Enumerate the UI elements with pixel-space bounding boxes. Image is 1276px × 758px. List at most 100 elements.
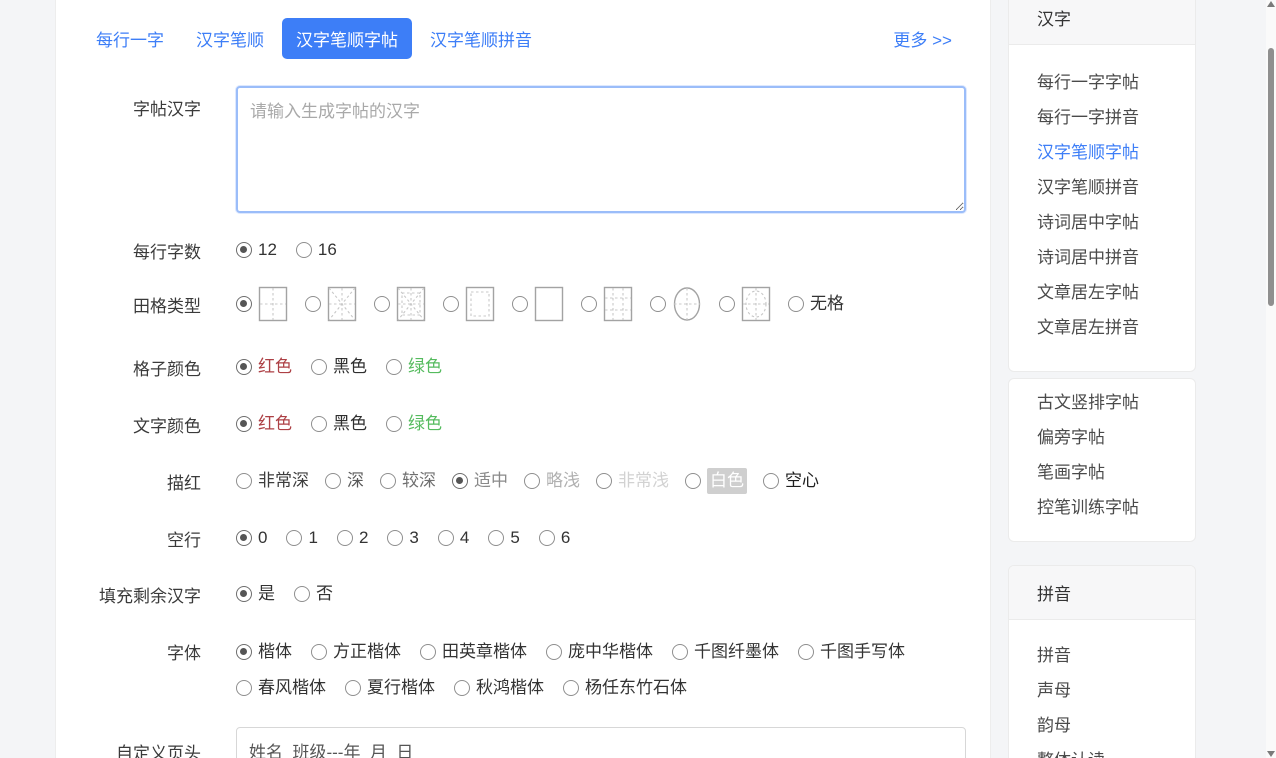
sidebar-item[interactable]: 每行一字拼音 xyxy=(1037,106,1167,130)
radio-icon[interactable] xyxy=(305,296,321,312)
radio-option[interactable] xyxy=(374,286,426,322)
tab-item[interactable]: 汉字笔顺字帖 xyxy=(282,18,412,59)
radio-option[interactable]: 春风楷体 xyxy=(236,675,326,701)
radio-option[interactable]: 适中 xyxy=(452,468,508,494)
sidebar-item[interactable]: 文章居左拼音 xyxy=(1037,316,1167,340)
radio-option[interactable]: 夏行楷体 xyxy=(345,675,435,701)
radio-icon[interactable] xyxy=(236,644,252,660)
radio-icon[interactable] xyxy=(512,296,528,312)
radio-icon[interactable] xyxy=(236,242,252,258)
radio-icon[interactable] xyxy=(672,644,688,660)
radio-icon[interactable] xyxy=(438,530,454,546)
radio-option[interactable]: 楷体 xyxy=(236,639,292,665)
scrollbar-thumb[interactable] xyxy=(1268,48,1274,306)
radio-icon[interactable] xyxy=(685,473,701,489)
sidebar-item[interactable]: 笔画字帖 xyxy=(1037,461,1167,485)
radio-icon[interactable] xyxy=(380,473,396,489)
radio-option[interactable]: 3 xyxy=(387,525,418,551)
radio-option[interactable]: 否 xyxy=(294,581,333,607)
sidebar-item[interactable]: 古文竖排字帖 xyxy=(1037,391,1167,415)
radio-icon[interactable] xyxy=(325,473,341,489)
radio-option[interactable]: 红色 xyxy=(236,411,292,437)
radio-icon[interactable] xyxy=(452,473,468,489)
radio-icon[interactable] xyxy=(650,296,666,312)
radio-option[interactable]: 0 xyxy=(236,525,267,551)
sidebar-item[interactable]: 控笔训练字帖 xyxy=(1037,496,1167,520)
sidebar-item[interactable]: 拼音 xyxy=(1037,644,1167,668)
page-scrollbar[interactable] xyxy=(1266,0,1276,758)
radio-option[interactable]: 黑色 xyxy=(311,411,367,437)
radio-option[interactable] xyxy=(443,286,495,322)
radio-icon[interactable] xyxy=(337,530,353,546)
radio-option[interactable]: 非常深 xyxy=(236,468,309,494)
radio-icon[interactable] xyxy=(798,644,814,660)
radio-option[interactable]: 杨任东竹石体 xyxy=(563,675,687,701)
radio-option[interactable] xyxy=(512,286,564,322)
more-link[interactable]: 更多 >> xyxy=(893,26,952,51)
radio-icon[interactable] xyxy=(763,473,779,489)
radio-option[interactable]: 1 xyxy=(286,525,317,551)
radio-option[interactable]: 是 xyxy=(236,581,275,607)
radio-option[interactable] xyxy=(719,286,771,322)
radio-icon[interactable] xyxy=(386,416,402,432)
sidebar-item[interactable]: 韵母 xyxy=(1037,714,1167,738)
radio-icon[interactable] xyxy=(236,416,252,432)
radio-option[interactable]: 红色 xyxy=(236,354,292,380)
radio-option[interactable]: 较深 xyxy=(380,468,436,494)
radio-option[interactable]: 16 xyxy=(296,237,337,263)
radio-icon[interactable] xyxy=(374,296,390,312)
radio-icon[interactable] xyxy=(236,586,252,602)
radio-option[interactable]: 无格 xyxy=(788,291,844,317)
radio-icon[interactable] xyxy=(236,359,252,375)
radio-option[interactable] xyxy=(581,286,633,322)
radio-icon[interactable] xyxy=(539,530,555,546)
radio-option[interactable] xyxy=(650,286,702,322)
sidebar-item[interactable]: 偏旁字帖 xyxy=(1037,426,1167,450)
radio-option[interactable]: 庞中华楷体 xyxy=(546,639,653,665)
hanzi-textarea[interactable] xyxy=(236,86,966,213)
radio-option[interactable]: 田英章楷体 xyxy=(420,639,527,665)
radio-icon[interactable] xyxy=(420,644,436,660)
tab-item[interactable]: 每行一字 xyxy=(96,26,164,51)
radio-icon[interactable] xyxy=(524,473,540,489)
radio-icon[interactable] xyxy=(386,359,402,375)
scrollbar-down-arrow[interactable] xyxy=(1267,751,1275,757)
radio-icon[interactable] xyxy=(294,586,310,602)
radio-icon[interactable] xyxy=(443,296,459,312)
radio-icon[interactable] xyxy=(788,296,804,312)
radio-icon[interactable] xyxy=(311,416,327,432)
radio-icon[interactable] xyxy=(454,680,470,696)
radio-option[interactable]: 5 xyxy=(488,525,519,551)
sidebar-item[interactable]: 诗词居中拼音 xyxy=(1037,246,1167,270)
radio-option[interactable] xyxy=(305,286,357,322)
radio-option[interactable]: 空心 xyxy=(763,468,819,494)
radio-option[interactable]: 绿色 xyxy=(386,354,442,380)
sidebar-item[interactable]: 诗词居中字帖 xyxy=(1037,211,1167,235)
radio-option[interactable]: 4 xyxy=(438,525,469,551)
radio-option[interactable]: 方正楷体 xyxy=(311,639,401,665)
radio-option[interactable]: 绿色 xyxy=(386,411,442,437)
radio-option[interactable]: 千图纤墨体 xyxy=(672,639,779,665)
radio-option[interactable]: 白色 xyxy=(685,468,747,494)
sidebar-item[interactable]: 声母 xyxy=(1037,679,1167,703)
scrollbar-up-arrow[interactable] xyxy=(1267,1,1275,7)
custom-header-input[interactable] xyxy=(236,727,966,758)
radio-option[interactable]: 深 xyxy=(325,468,364,494)
radio-option[interactable]: 6 xyxy=(539,525,570,551)
radio-icon[interactable] xyxy=(236,473,252,489)
sidebar-item[interactable]: 汉字笔顺拼音 xyxy=(1037,176,1167,200)
radio-icon[interactable] xyxy=(719,296,735,312)
sidebar-item[interactable]: 每行一字字帖 xyxy=(1037,71,1167,95)
radio-option[interactable]: 千图手写体 xyxy=(798,639,905,665)
radio-icon[interactable] xyxy=(236,530,252,546)
radio-option[interactable]: 2 xyxy=(337,525,368,551)
radio-icon[interactable] xyxy=(345,680,361,696)
radio-icon[interactable] xyxy=(581,296,597,312)
radio-option[interactable] xyxy=(236,286,288,322)
radio-option[interactable]: 秋鸿楷体 xyxy=(454,675,544,701)
tab-item[interactable]: 汉字笔顺 xyxy=(196,26,264,51)
radio-icon[interactable] xyxy=(311,644,327,660)
radio-option[interactable]: 略浅 xyxy=(524,468,580,494)
radio-icon[interactable] xyxy=(286,530,302,546)
radio-icon[interactable] xyxy=(387,530,403,546)
